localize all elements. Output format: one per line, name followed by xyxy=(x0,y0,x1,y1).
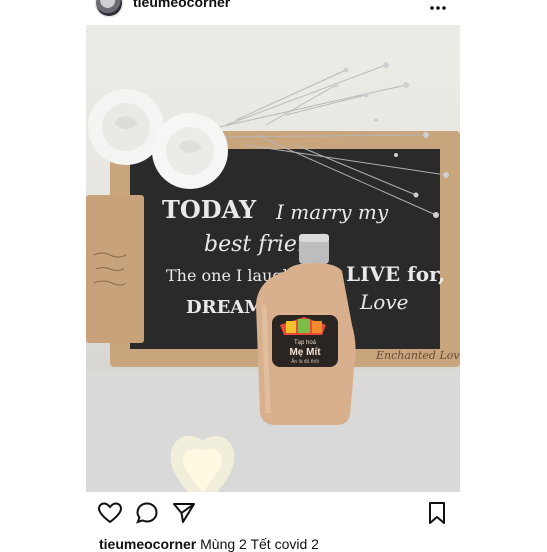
profile-avatar[interactable] xyxy=(96,0,122,16)
label-line-3: Ăn là đủ thôi xyxy=(291,358,319,365)
chalk-line-7: Love xyxy=(359,290,408,314)
chalk-line-6: DREAM xyxy=(186,297,264,318)
chalk-line-5: LIVE for, xyxy=(346,262,445,286)
post-actions xyxy=(0,500,547,528)
caption-username[interactable]: tieumeocorner xyxy=(99,536,196,552)
paper-plane-icon[interactable] xyxy=(171,500,197,526)
post-caption: tieumeocorner Mùng 2 Tết covid 2 xyxy=(99,536,319,552)
bookmark-icon[interactable] xyxy=(424,500,450,526)
more-dots-icon[interactable] xyxy=(430,0,446,10)
post-photo[interactable]: TODAY I marry my best friend The one I l… xyxy=(86,25,460,492)
comment-bubble-icon[interactable] xyxy=(134,500,160,526)
post-username[interactable]: tieumeocorner xyxy=(133,0,230,10)
chalk-line-2: I marry my xyxy=(275,200,389,224)
heart-icon[interactable] xyxy=(97,500,123,526)
chalk-line-1: TODAY xyxy=(162,195,257,224)
wooden-tag xyxy=(86,195,144,343)
post-header: tieumeocorner xyxy=(0,0,547,18)
label-line-1: Tạp hoá xyxy=(294,340,317,346)
frame-tag-text: Enchanted Love xyxy=(375,349,460,362)
caption-text: Mùng 2 Tết covid 2 xyxy=(196,536,319,552)
label-name: Mẹ Mít xyxy=(289,347,321,358)
